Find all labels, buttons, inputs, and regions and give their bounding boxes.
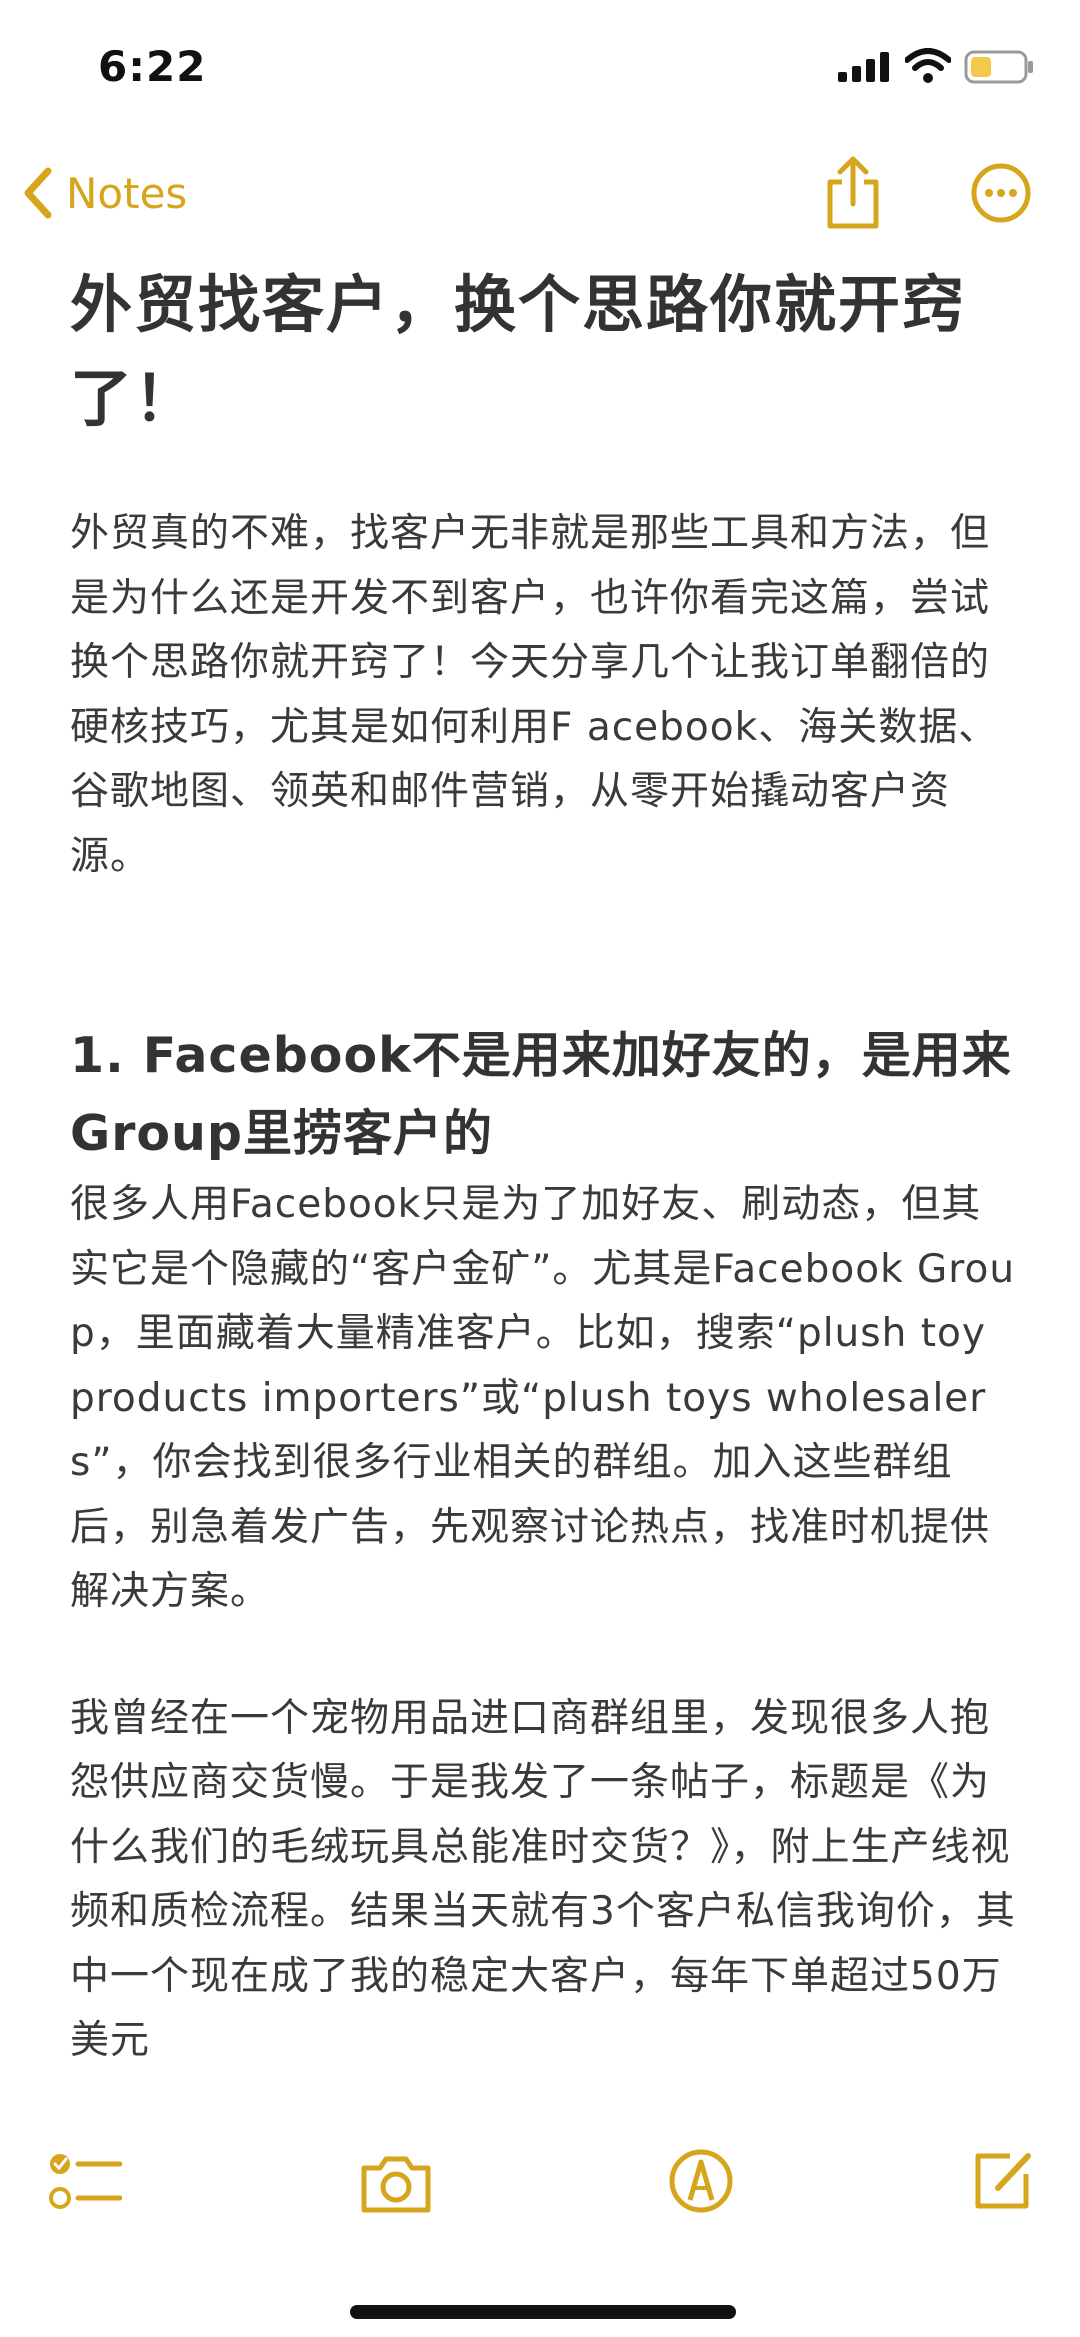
section-paragraph: 很多人用Facebook只是为了加好友、刷动态，但其实它是个隐藏的“客户金矿”。… — [70, 1182, 1016, 1614]
section-paragraph-story: 我曾经在一个宠物用品进口商群组里，发现很多人抱怨供应商交货慢。于是我发了一条帖子… — [70, 1695, 1016, 2064]
back-button[interactable]: Notes — [22, 158, 187, 228]
compose-icon[interactable] — [970, 2148, 1036, 2214]
note-intro-paragraph: 外贸真的不难，找客户无非就是那些工具和方法，但是为什么还是开发不到客户，也许你看… — [70, 511, 999, 879]
back-label: Notes — [66, 168, 188, 218]
share-icon[interactable] — [822, 154, 884, 232]
cellular-signal-icon — [838, 52, 889, 82]
status-bar: 6:22 — [0, 0, 1080, 130]
bottom-toolbar — [0, 2120, 1080, 2337]
status-time: 6:22 — [98, 42, 207, 91]
note-title: 外贸找客户，换个思路你就开窍了！ — [70, 268, 967, 435]
battery-icon — [964, 50, 1033, 84]
checklist-icon[interactable] — [48, 2150, 122, 2216]
markup-icon[interactable] — [668, 2148, 734, 2214]
home-indicator[interactable] — [350, 2305, 736, 2319]
note-body[interactable]: 外贸找客户，换个思路你就开窍了！ 外贸真的不难，找客户无非就是那些工具和方法，但… — [70, 258, 1020, 2098]
navigation-bar: Notes — [0, 150, 1080, 240]
camera-icon[interactable] — [358, 2154, 434, 2214]
more-icon[interactable] — [970, 162, 1032, 224]
wifi-icon — [905, 48, 951, 83]
section-heading: 1. Facebook不是用来加好友的，是用来Group里捞客户的 — [70, 1027, 1012, 1162]
chevron-left-icon — [24, 167, 52, 219]
